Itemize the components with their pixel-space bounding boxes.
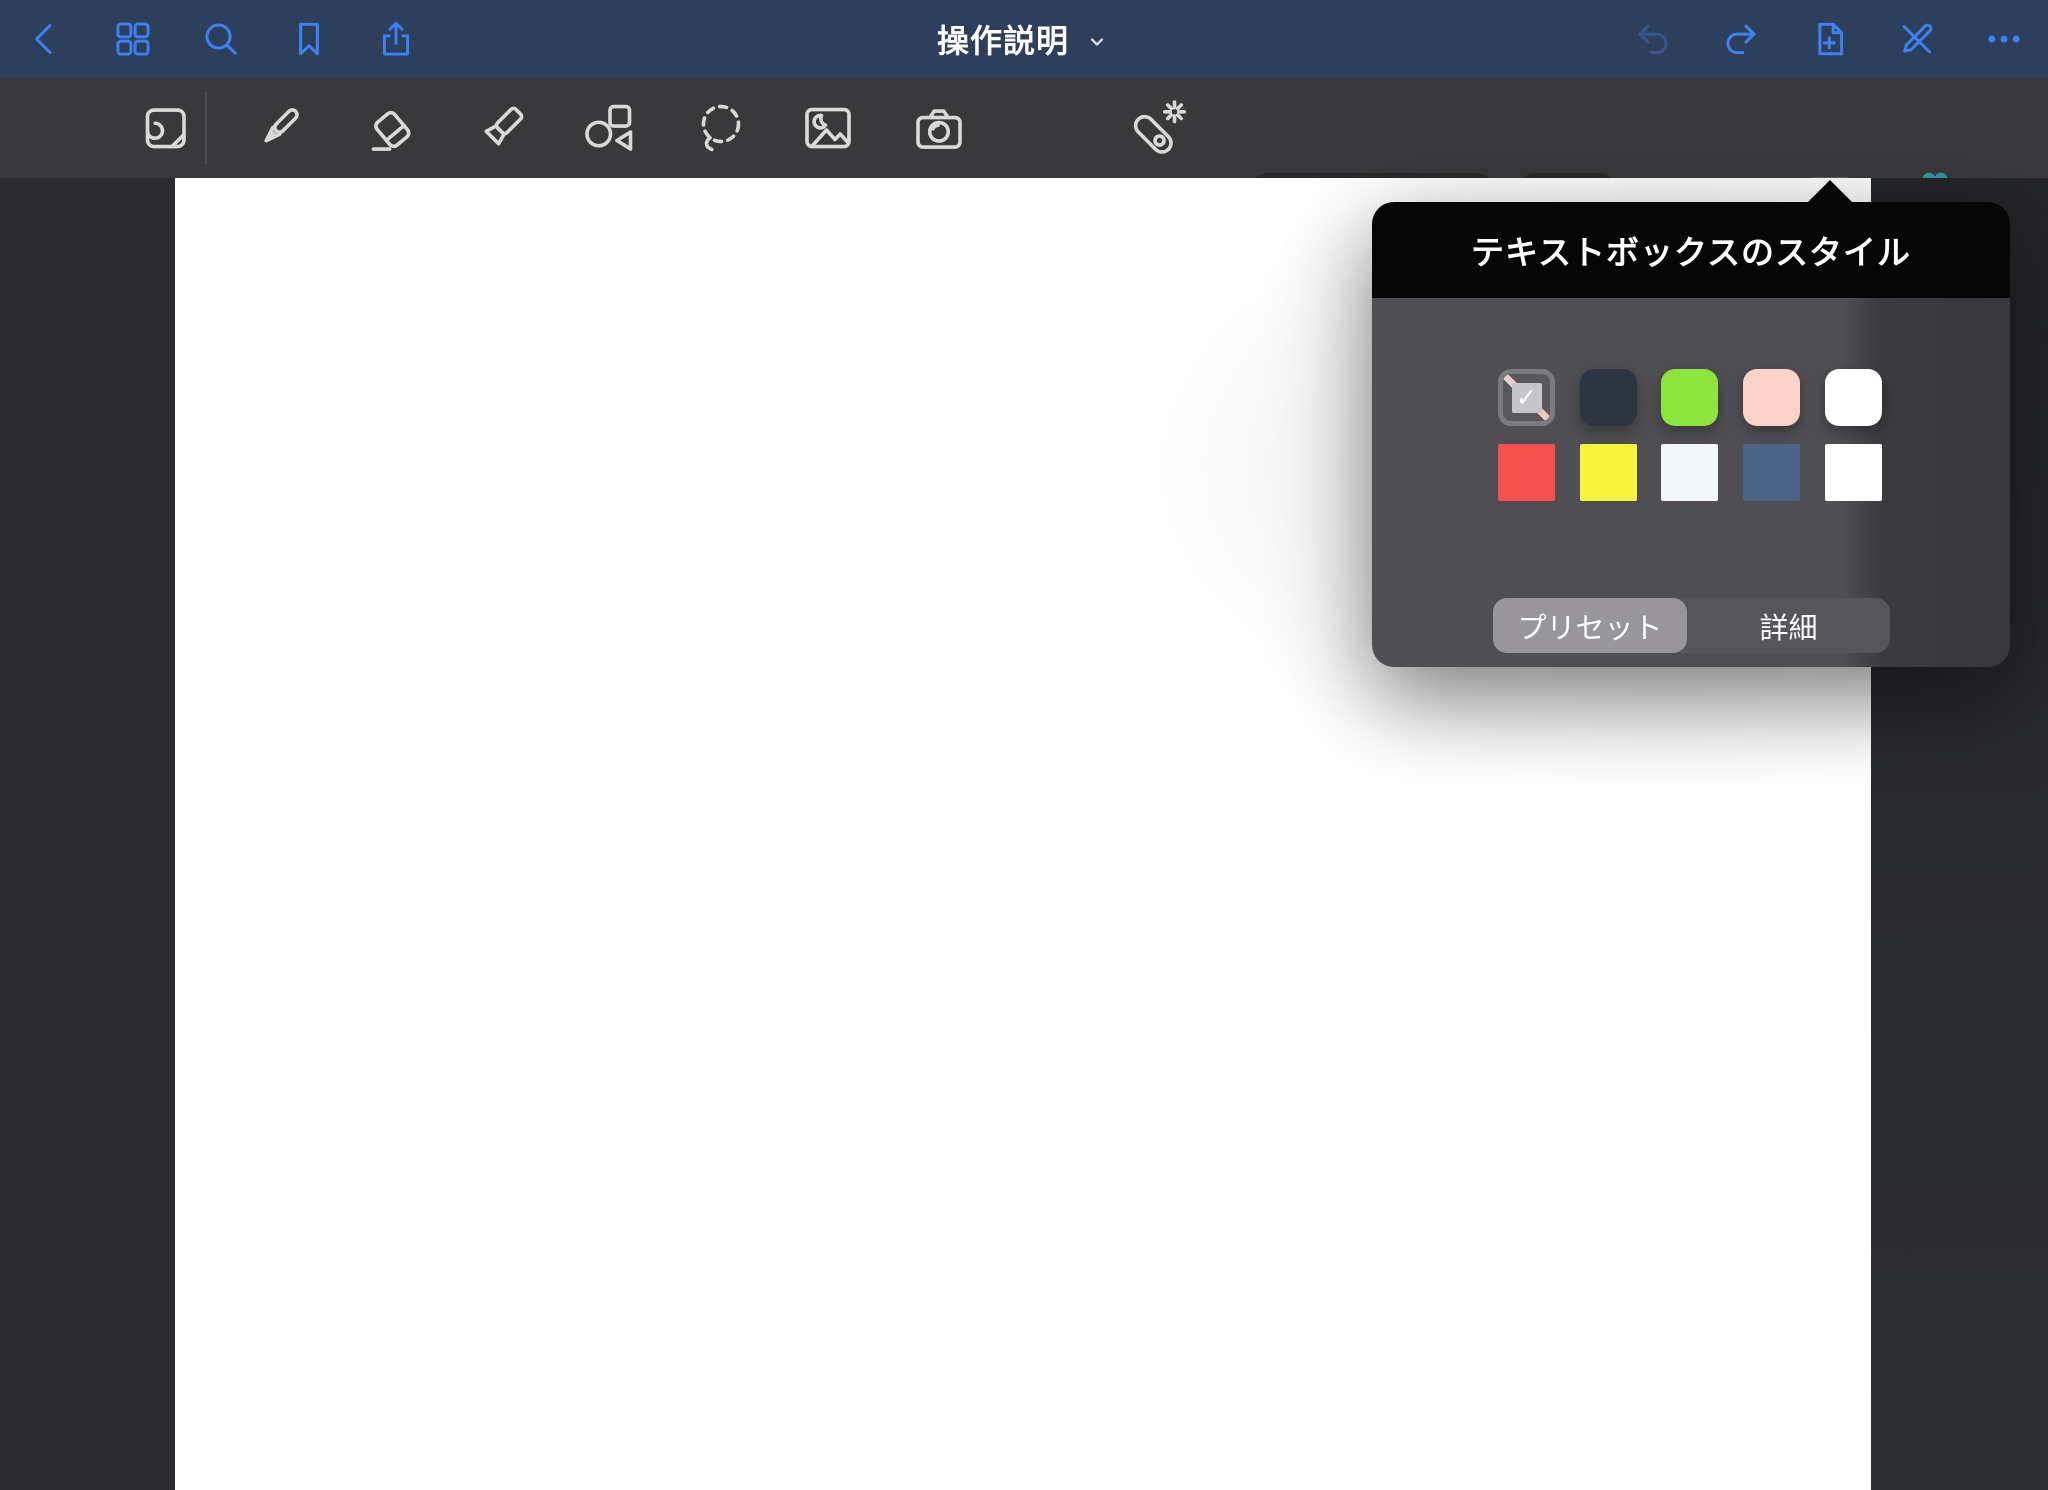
tool-lasso[interactable] — [688, 95, 754, 161]
redo-icon — [1719, 18, 1761, 60]
text-box-style-popover: テキストボックスのスタイル ✓ プリセット 詳細 — [1372, 202, 2010, 667]
selected-check-icon: ✓ — [1512, 383, 1542, 413]
tool-highlighter[interactable] — [469, 95, 535, 161]
undo-button[interactable] — [1630, 15, 1678, 63]
back-button[interactable] — [21, 15, 69, 63]
style-preset-current-selected[interactable]: ✓ — [1498, 369, 1555, 426]
style-preset-yellow[interactable] — [1580, 444, 1637, 501]
share-button[interactable] — [372, 15, 420, 63]
document-title-button[interactable]: 操作説明 — [937, 16, 1109, 62]
redo-button[interactable] — [1716, 15, 1764, 63]
tool-laser-pointer[interactable] — [1125, 95, 1191, 161]
highlighter-icon — [472, 98, 532, 158]
popover-title: テキストボックスのスタイル — [1471, 226, 1911, 274]
eraser-icon — [361, 98, 421, 158]
app-window: 操作説明 — [0, 0, 2048, 1490]
camera-icon — [909, 98, 969, 158]
pencil-crossed-icon — [1896, 18, 1938, 60]
undo-icon — [1633, 18, 1675, 60]
style-preset-peach[interactable] — [1743, 369, 1800, 426]
title-chevron-down-icon — [1085, 30, 1109, 54]
bookmark-icon — [288, 18, 330, 60]
style-preset-pale-blue[interactable] — [1661, 444, 1718, 501]
tab-details[interactable]: 詳細 — [1687, 598, 1890, 653]
style-preset-white[interactable] — [1825, 369, 1882, 426]
style-preset-slate-blue[interactable] — [1743, 444, 1800, 501]
tool-camera[interactable] — [906, 95, 972, 161]
back-chevron-icon — [24, 18, 66, 60]
tool-eraser[interactable] — [358, 95, 424, 161]
tool-shapes[interactable] — [575, 95, 641, 161]
ellipsis-icon — [1983, 18, 2025, 60]
document-title: 操作説明 — [937, 16, 1069, 62]
popover-header: テキストボックスのスタイル — [1372, 202, 2010, 298]
style-preset-red[interactable] — [1498, 444, 1555, 501]
add-page-icon — [1808, 18, 1850, 60]
read-only-mode-button[interactable] — [1893, 15, 1941, 63]
more-options-button[interactable] — [1980, 15, 2028, 63]
tool-image[interactable] — [795, 95, 861, 161]
image-icon — [798, 98, 858, 158]
shapes-icon — [578, 98, 638, 158]
laser-pointer-icon — [1128, 98, 1188, 158]
tools-toolbar: T YuGo-Medium 30 — [0, 78, 2048, 178]
search-icon — [200, 18, 242, 60]
grid-icon — [112, 18, 154, 60]
documents-grid-button[interactable] — [109, 15, 157, 63]
popover-body: ✓ プリセット 詳細 — [1372, 298, 2010, 667]
add-page-button[interactable] — [1805, 15, 1853, 63]
style-preset-white-2[interactable] — [1825, 444, 1882, 501]
tool-pen[interactable] — [246, 95, 312, 161]
page-sidebar-button[interactable] — [132, 95, 198, 161]
tab-presets[interactable]: プリセット — [1493, 598, 1687, 653]
toolbar-divider — [205, 92, 207, 164]
canvas-left-margin — [0, 178, 175, 1490]
search-button[interactable] — [197, 15, 245, 63]
lasso-icon — [691, 98, 751, 158]
navigation-bar: 操作説明 — [0, 0, 2048, 78]
style-preset-dark-navy[interactable] — [1580, 369, 1637, 426]
pen-icon — [249, 98, 309, 158]
page-curl-icon — [135, 98, 195, 158]
style-preset-green[interactable] — [1661, 369, 1718, 426]
share-icon — [375, 18, 417, 60]
bookmark-button[interactable] — [285, 15, 333, 63]
popover-tab-bar: プリセット 詳細 — [1493, 598, 1890, 653]
